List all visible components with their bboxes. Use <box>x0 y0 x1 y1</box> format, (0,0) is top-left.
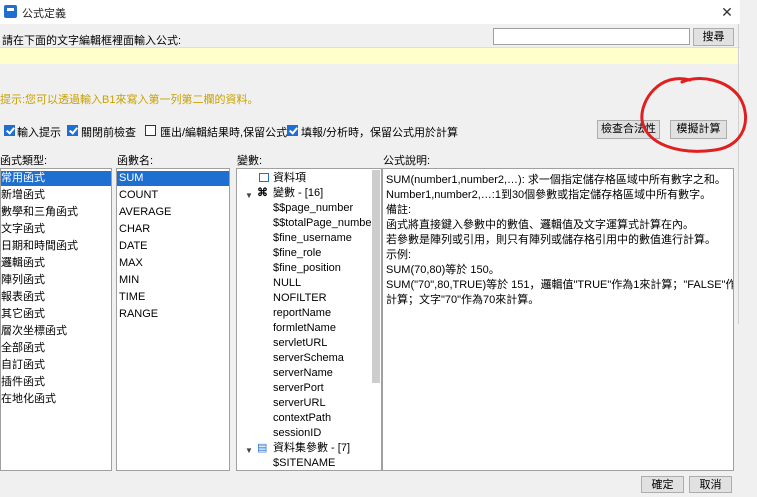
instruction-label: 請在下面的文字編輯框裡面輸入公式: <box>2 35 182 47</box>
export-keep-formula-label: 匯出/編輯結果時,保留公式 <box>160 127 288 139</box>
check-validity-button[interactable]: 檢查合法性 <box>597 120 660 139</box>
category-item[interactable]: 插件函式 <box>1 375 45 390</box>
category-item[interactable]: 常用函式 <box>1 171 111 186</box>
description-line: SUM(70,80)等於 150。 <box>386 264 500 276</box>
description-line: 計算；文字"70"作為70來計算。 <box>386 294 540 306</box>
chevron-down-icon[interactable]: ▼ <box>245 191 253 200</box>
function-item[interactable]: SUM <box>117 171 229 186</box>
fill-keep-formula-checkbox[interactable] <box>287 125 298 136</box>
cancel-button[interactable]: 取消 <box>689 476 732 493</box>
description-line: 示例: <box>386 249 412 261</box>
export-keep-formula-checkbox[interactable] <box>145 125 156 136</box>
variable-tree[interactable]: 資料項 ▼ ⌘ 變數 - [16] $$page_number $$totalP… <box>236 168 382 471</box>
category-item[interactable]: 日期和時間函式 <box>1 239 78 254</box>
category-item[interactable]: 文字函式 <box>1 222 45 237</box>
input-hint-label: 輸入提示 <box>17 127 61 139</box>
function-item[interactable]: MIN <box>117 273 139 288</box>
input-hint-checkbox[interactable] <box>4 125 15 136</box>
search-input[interactable] <box>493 28 690 45</box>
description-line: Number1,number2,…:1到30個參數或指定儲存格區域中所有數字。 <box>386 189 712 201</box>
close-icon[interactable]: ✕ <box>717 2 737 22</box>
function-list[interactable]: SUM COUNT AVERAGE CHAR DATE MAX MIN TIME… <box>116 168 230 471</box>
variable-scrollbar[interactable] <box>372 170 380 383</box>
category-item[interactable]: 層次坐標函式 <box>1 324 67 339</box>
dataset-icon: ▤ <box>257 442 268 454</box>
function-item[interactable]: DATE <box>117 239 148 254</box>
close-check-checkbox[interactable] <box>67 125 78 136</box>
variable-header: 變數: <box>237 155 263 167</box>
title-bar <box>0 0 740 24</box>
category-item[interactable]: 數學和三角函式 <box>1 205 78 220</box>
fill-keep-formula-label: 填報/分析時，保留公式用於計算 <box>301 127 459 139</box>
table-icon <box>259 173 269 182</box>
description-line: 若參數是陣列或引用，則只有陣列或儲存格引用中的數值進行計算。 <box>386 234 716 246</box>
function-item[interactable]: MAX <box>117 256 143 271</box>
window-title: 公式定義 <box>22 8 66 20</box>
hint-text: 提示:您可以透過輸入B1來寫入第一列第二欄的資料。 <box>0 94 259 106</box>
category-item[interactable]: 邏輯函式 <box>1 256 45 271</box>
function-item[interactable]: RANGE <box>117 307 158 322</box>
simulate-button[interactable]: 模擬計算 <box>670 120 727 139</box>
category-item[interactable]: 在地化函式 <box>1 392 56 407</box>
category-item[interactable]: 其它函式 <box>1 307 45 322</box>
category-item[interactable]: 全部函式 <box>1 341 45 356</box>
function-item[interactable]: COUNT <box>117 188 158 203</box>
function-item[interactable]: TIME <box>117 290 145 305</box>
ok-button[interactable]: 確定 <box>641 476 684 493</box>
description-line: SUM("70",80,TRUE)等於 151，邏輯值"TRUE"作為1來計算；… <box>386 279 734 291</box>
description-line: SUM(number1,number2,…): 求一個指定儲存格區域中所有數字之… <box>386 174 726 186</box>
function-item[interactable]: AVERAGE <box>117 205 171 220</box>
variable-group-icon: ⌘ <box>257 187 268 199</box>
function-item[interactable]: CHAR <box>117 222 150 237</box>
description-panel: SUM(number1,number2,…): 求一個指定儲存格區域中所有數字之… <box>382 168 734 471</box>
divider <box>738 24 739 324</box>
button-bar <box>0 471 740 497</box>
function-header: 函數名: <box>117 155 154 167</box>
formula-editor[interactable] <box>0 47 740 64</box>
description-line: 備註: <box>386 204 412 216</box>
description-header: 公式說明: <box>383 155 431 167</box>
category-header: 函式類型: <box>0 155 48 167</box>
search-button[interactable]: 搜尋 <box>693 28 734 46</box>
category-item[interactable]: 新增函式 <box>1 188 45 203</box>
description-line: 函式將直接鍵入參數中的數值、邏輯值及文字運算式計算在內。 <box>386 219 694 231</box>
variable-item[interactable]: $SITENAME <box>273 454 335 470</box>
close-check-label: 關閉前檢查 <box>81 127 136 139</box>
chevron-down-icon[interactable]: ▼ <box>245 446 253 455</box>
category-list[interactable]: 常用函式 新增函式 數學和三角函式 文字函式 日期和時間函式 邏輯函式 陣列函式… <box>0 168 112 471</box>
category-item[interactable]: 報表函式 <box>1 290 45 305</box>
app-icon <box>4 5 17 18</box>
category-item[interactable]: 自訂函式 <box>1 358 45 373</box>
category-item[interactable]: 陣列函式 <box>1 273 45 288</box>
